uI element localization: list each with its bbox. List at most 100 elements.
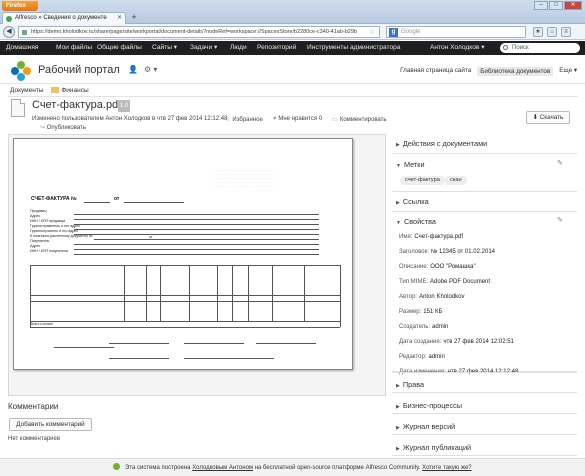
breadcrumb-root[interactable]: Документы — [10, 87, 44, 94]
invoice-field: ИНН / КПП продавца — [30, 219, 65, 223]
expand-arrow-icon: ▶ — [396, 446, 400, 452]
comment-icon: ▭ — [332, 117, 338, 123]
property-editor: Редактор: admin — [399, 354, 445, 360]
property-mime: Тип MIME: Adobe PDF Document — [399, 279, 491, 285]
no-comments-text: Нет комментариев — [8, 436, 61, 442]
minimize-button[interactable]: – — [534, 1, 548, 10]
site-link-document-library[interactable]: Библиотека документов — [477, 67, 554, 76]
google-icon: g — [389, 28, 398, 37]
favorite-button[interactable]: ☆ Избранное — [225, 116, 263, 123]
invoice-title: СЧЕТ-ФАКТУРА № — [31, 196, 77, 202]
invoice-from-label: от — [114, 196, 120, 202]
edit-tags-pencil-icon[interactable]: ✎ — [557, 159, 563, 167]
invoice-field: Адрес — [30, 244, 41, 248]
sidebar-rights-toggle[interactable]: ▶ Права — [396, 380, 424, 389]
footer-cta-link[interactable]: Хотите такую же? — [422, 465, 472, 471]
expand-arrow-icon: ▶ — [396, 383, 400, 389]
nav-home[interactable]: Домашняя — [6, 41, 38, 55]
invoice-field: Грузополучатель и его адрес — [30, 229, 79, 233]
site-header: Рабочий портал 👤 ⚙ ▾ Главная страница са… — [0, 56, 585, 84]
app-search-placeholder: Поиск — [512, 45, 529, 51]
sidebar-link-toggle[interactable]: ▶ Ссылка — [396, 197, 429, 206]
nav-shared-files[interactable]: Общие файлы — [97, 41, 142, 55]
site-navigation: Главная страница сайта Библиотека докуме… — [400, 67, 577, 76]
browser-search-input[interactable]: g Google — [386, 26, 526, 38]
modified-info: Изменено пользователем Антон Холодков в … — [32, 116, 228, 122]
sidebar-properties-toggle[interactable]: ▼ Свойства — [396, 217, 436, 226]
sidebar-versions-toggle[interactable]: ▶ Журнал версий — [396, 422, 455, 431]
property-size: Размер: 151 КБ — [399, 309, 443, 315]
close-window-button[interactable]: ✕ — [564, 1, 582, 10]
nav-people[interactable]: Люди — [230, 41, 247, 55]
expand-arrow-icon: ▶ — [396, 200, 400, 206]
address-bar[interactable]: https://demo.kholodkov.ru/share/page/sit… — [18, 26, 380, 38]
site-settings-gear-icon[interactable]: ⚙ ▾ — [144, 65, 157, 74]
like-button[interactable]: ♥ Мне нравится 0 — [273, 116, 322, 123]
download-icon: ⬇ — [532, 114, 540, 121]
document-title: Счет-фактура.pdf — [32, 99, 122, 111]
home-icon[interactable]: ⌂ — [547, 27, 557, 37]
browser-toolbar-icons: ★ ⌂ ≡ — [533, 27, 571, 37]
site-link-dashboard[interactable]: Главная страница сайта — [400, 67, 471, 76]
pdf-page: · · · · · · · · · · · · · · · · · · · · … — [13, 138, 353, 370]
add-comment-button[interactable]: Добавить комментарий — [9, 418, 92, 431]
tag-chip[interactable]: скан — [445, 176, 467, 185]
site-title: Рабочий портал — [38, 64, 120, 76]
browser-tab[interactable]: Alfresco » Сведения о документе ✕ — [2, 12, 126, 24]
property-author: Автор: Anton Kholodkov — [399, 294, 465, 300]
site-icons: 👤 ⚙ ▾ — [128, 65, 157, 74]
footer: Эта система построена Холодковым Антоном… — [0, 458, 585, 476]
property-created: Дата создания: чтв 27 фев 2014 12:02:51 — [399, 339, 514, 345]
browser-search-placeholder: Google — [401, 29, 421, 35]
browser-navbar: ◀ https://demo.kholodkov.ru/share/page/s… — [0, 24, 585, 40]
firefox-menu-button[interactable]: Firefox — [2, 1, 38, 11]
invoice-field: Грузоотправитель и его адрес — [30, 224, 81, 228]
maximize-button[interactable]: □ — [549, 1, 563, 10]
nav-tasks[interactable]: Задачи ▾ — [190, 41, 217, 55]
publish-button[interactable]: ↪ Опубликовать — [40, 124, 86, 131]
nav-admin-tools[interactable]: Инструменты администратора — [307, 41, 400, 55]
property-description: Описание: ООО "Ромашка" — [399, 264, 476, 270]
tag-chip[interactable]: счет-фактура — [400, 176, 445, 185]
user-menu[interactable]: Антон Холодков ▾ — [430, 41, 485, 55]
nav-sites[interactable]: Сайты ▾ — [152, 41, 177, 55]
menu-icon[interactable]: ≡ — [561, 27, 571, 37]
star-icon: ☆ — [225, 117, 231, 123]
bookmarks-icon[interactable]: ★ — [533, 27, 543, 37]
download-button[interactable]: ⬇ Скачать — [526, 111, 570, 124]
site-link-more[interactable]: Еще ▾ — [559, 67, 577, 76]
expand-arrow-icon: ▶ — [396, 425, 400, 431]
edit-properties-pencil-icon[interactable]: ✎ — [557, 216, 563, 224]
alfresco-logo-icon — [11, 61, 31, 81]
like-count: 0 — [318, 116, 323, 122]
footer-prefix: Эта система построена — [125, 465, 191, 471]
property-name: Имя: Счет-фактура.pdf — [399, 234, 464, 240]
sidebar-actions-toggle[interactable]: ▶ Действия с документами — [396, 139, 487, 148]
url-text: https://demo.kholodkov.ru/share/page/sit… — [31, 29, 357, 35]
document-social-actions: ☆ Избранное ♥ Мне нравится 0 ▭ Комментирова… — [225, 116, 387, 123]
alfresco-app-bar: Домашняя Мои файлы Общие файлы Сайты ▾ З… — [0, 41, 585, 55]
site-members-icon[interactable]: 👤 — [128, 65, 138, 74]
close-tab-icon[interactable]: ✕ — [117, 13, 122, 24]
sidebar-business-toggle[interactable]: ▶ Бизнес-процессы — [396, 401, 462, 410]
footer-author-link[interactable]: Холодковым Антоном — [192, 465, 253, 471]
app-search-input[interactable]: Поиск — [500, 43, 580, 53]
back-button[interactable]: ◀ — [3, 26, 15, 38]
breadcrumb-folder[interactable]: Финансы — [51, 87, 89, 94]
new-tab-button[interactable]: + — [129, 13, 139, 23]
sidebar-tags-toggle[interactable]: ▼ Метки — [396, 160, 425, 169]
version-badge: 1.0 — [118, 100, 130, 112]
window-controls: – □ ✕ — [534, 1, 582, 11]
sidebar-publications-toggle[interactable]: ▶ Журнал публикаций — [396, 443, 471, 452]
invoice-field: ИНН / КПП покупателя — [30, 249, 68, 253]
nav-repository[interactable]: Репозиторий — [257, 41, 296, 55]
comment-button[interactable]: ▭ Комментировать — [332, 116, 386, 123]
browser-titlebar: Firefox Alfresco » Сведения о документе … — [0, 0, 585, 24]
bookmark-star-icon[interactable]: ☆ — [369, 27, 375, 37]
nav-my-files[interactable]: Мои файлы — [56, 41, 92, 55]
tab-title: Alfresco » Сведения о документе — [15, 15, 107, 21]
comments-heading: Комментарии — [8, 402, 59, 411]
breadcrumb: Документы Финансы — [10, 87, 89, 94]
invoice-field: Продавец — [30, 209, 47, 213]
folder-icon — [51, 87, 60, 93]
